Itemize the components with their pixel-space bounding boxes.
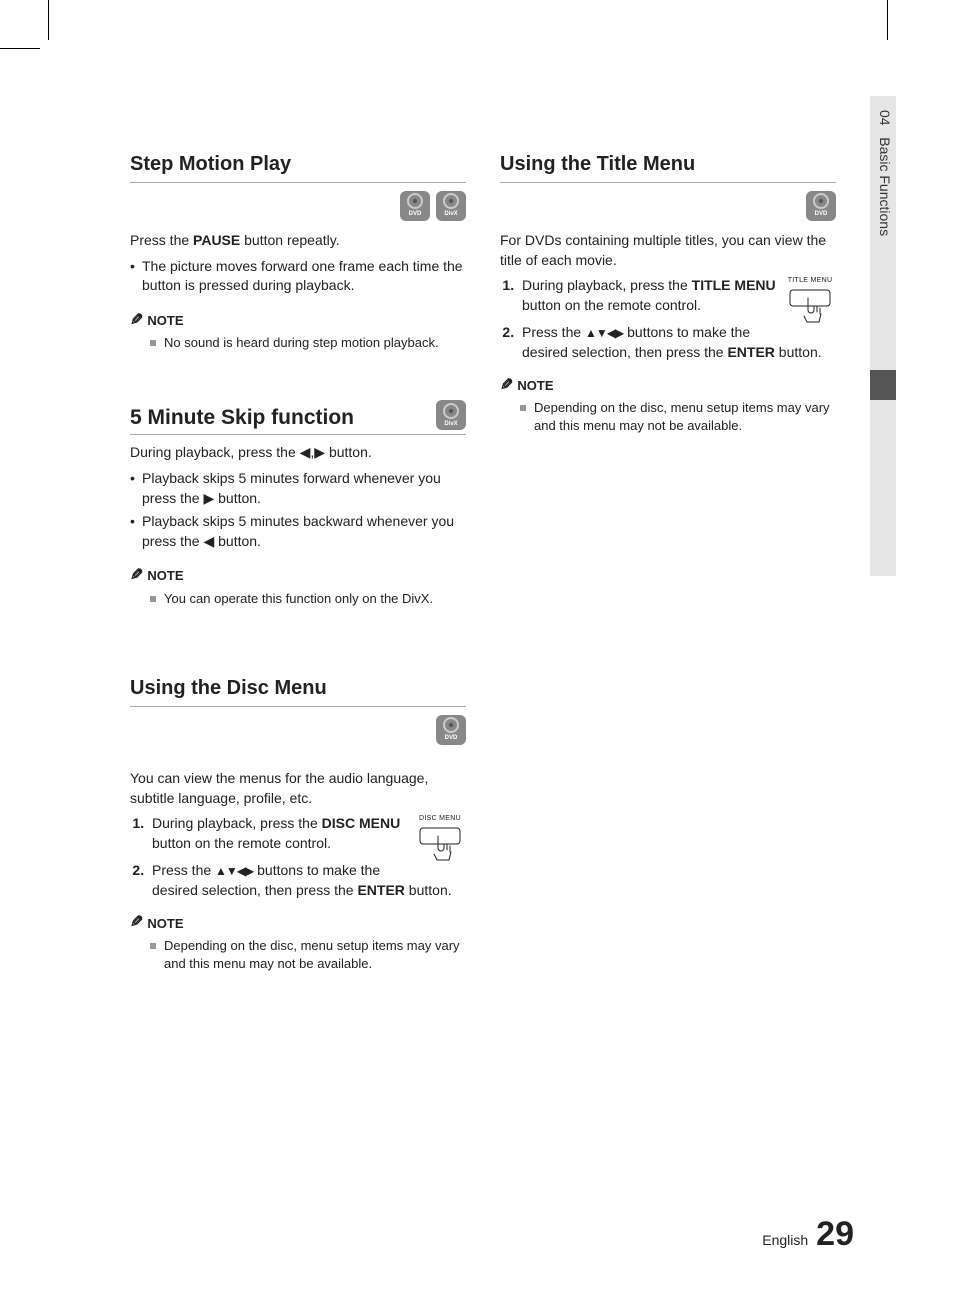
- bullet-item: The picture moves forward one frame each…: [130, 257, 466, 296]
- heading-step-motion: Step Motion Play: [130, 150, 466, 183]
- intro-text: For DVDs containing multiple titles, you…: [500, 231, 836, 270]
- heading-title-menu: Using the Title Menu: [500, 150, 836, 183]
- step-item: DISC MENU During playback, press the DIS…: [148, 814, 466, 853]
- step-item: TITLE MENU During playback, press the TI…: [518, 276, 836, 315]
- divx-icon: DivX: [436, 400, 466, 430]
- note-heading: ✎NOTE: [130, 565, 466, 587]
- heading-5min: 5 Minute Skip function: [130, 403, 354, 432]
- intro-text: You can view the menus for the audio lan…: [130, 769, 466, 808]
- right-column: Using the Title Menu DVD For DVDs contai…: [500, 150, 836, 993]
- note-heading: ✎NOTE: [130, 310, 466, 332]
- hand-press-icon: [418, 826, 462, 870]
- page-footer: English 29: [762, 1215, 854, 1254]
- note-icon: ✎: [130, 912, 143, 934]
- dvd-icon: DVD: [400, 191, 430, 221]
- heading-disc-menu: Using the Disc Menu: [130, 674, 466, 707]
- note-item: Depending on the disc, menu setup items …: [150, 937, 466, 973]
- page: Step Motion Play DVD DivX Press the PAUS…: [0, 0, 954, 1314]
- left-column: Step Motion Play DVD DivX Press the PAUS…: [130, 150, 466, 993]
- note-heading: ✎NOTE: [130, 912, 466, 934]
- intro-text: During playback, press the ◀,▶ button.: [130, 443, 466, 463]
- divx-icon: DivX: [436, 191, 466, 221]
- footer-language: English: [762, 1232, 808, 1248]
- note-item: You can operate this function only on th…: [150, 590, 466, 608]
- note-icon: ✎: [130, 565, 143, 587]
- note-heading: ✎NOTE: [500, 375, 836, 397]
- remote-button-illustration: TITLE MENU: [784, 276, 836, 332]
- note-item: Depending on the disc, menu setup items …: [520, 399, 836, 435]
- hand-press-icon: [788, 288, 832, 332]
- footer-page-number: 29: [816, 1215, 854, 1254]
- note-icon: ✎: [130, 310, 143, 332]
- remote-button-illustration: DISC MENU: [414, 814, 466, 870]
- note-icon: ✎: [500, 375, 513, 397]
- dvd-icon: DVD: [806, 191, 836, 221]
- bullet-item: Playback skips 5 minutes forward wheneve…: [130, 469, 466, 508]
- dvd-icon: DVD: [436, 715, 466, 745]
- note-item: No sound is heard during step motion pla…: [150, 334, 466, 352]
- intro-text: Press the PAUSE button repeatly.: [130, 231, 466, 251]
- bullet-item: Playback skips 5 minutes backward whenev…: [130, 512, 466, 551]
